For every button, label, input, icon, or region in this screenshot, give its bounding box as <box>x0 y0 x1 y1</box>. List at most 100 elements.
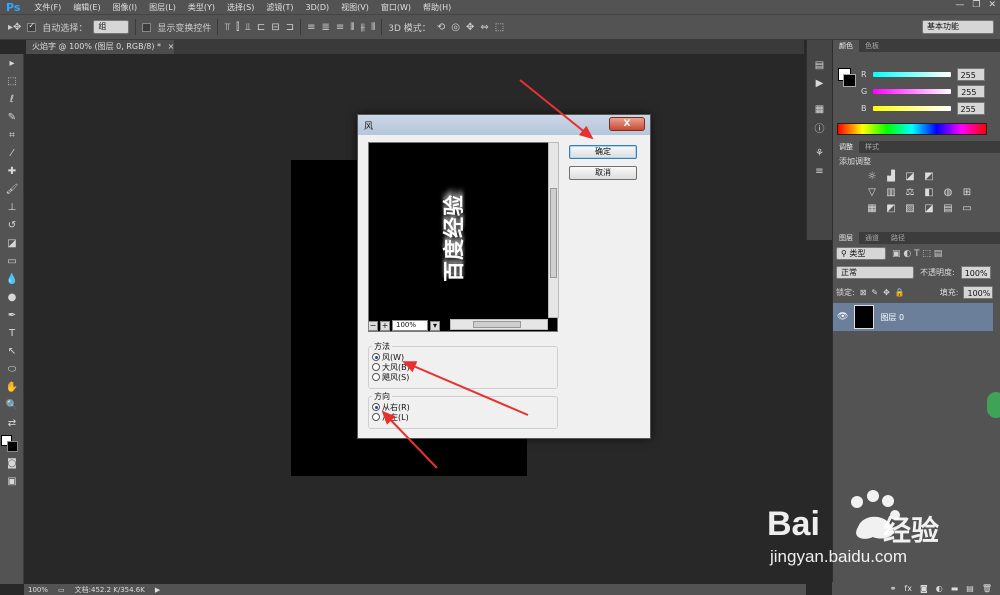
ok-button[interactable]: 确定 <box>569 145 637 159</box>
close-icon[interactable]: ✕ <box>988 0 996 10</box>
stamp-tool-icon[interactable]: ⊥ <box>0 198 24 216</box>
show-transform-checkbox[interactable] <box>142 22 152 32</box>
tab-layers[interactable]: 图层 <box>833 232 859 244</box>
method-stagger-radio[interactable]: 飓风(S) <box>372 372 554 382</box>
direction-right-radio[interactable]: 从右(R) <box>372 402 554 412</box>
3d-roll-icon[interactable]: ◎ <box>451 22 460 33</box>
tab-styles[interactable]: 样式 <box>859 141 885 153</box>
brush-presets-icon[interactable]: ≡ <box>807 162 832 180</box>
menu-file[interactable]: 文件(F) <box>28 2 67 13</box>
restore-icon[interactable]: ❐ <box>972 0 980 10</box>
history-panel-icon[interactable]: ▤ <box>807 56 832 74</box>
color-lookup-icon[interactable]: ▦ <box>865 203 879 215</box>
align-top-icon[interactable]: ⫪ <box>224 22 230 33</box>
filter-preview[interactable]: 百度经验 <box>368 142 558 332</box>
gradient-tool-icon[interactable]: ▭ <box>0 252 24 270</box>
distribute-hcenter-icon[interactable]: ⫵ <box>360 22 365 33</box>
menu-window[interactable]: 窗口(W) <box>375 2 417 13</box>
radio-dot[interactable] <box>372 373 380 381</box>
method-wind-radio[interactable]: 风(W) <box>372 352 554 362</box>
align-right-icon[interactable]: ⊐ <box>286 22 294 33</box>
menu-3d[interactable]: 3D(D) <box>299 3 335 12</box>
menu-filter[interactable]: 滤镜(T) <box>260 2 299 13</box>
color-spectrum[interactable] <box>837 123 987 135</box>
link-layers-icon[interactable]: ⚭ <box>890 584 897 593</box>
document-tab[interactable]: 火焰字 @ 100% (图层 0, RGB/8) * × <box>26 40 174 54</box>
slider-b[interactable] <box>872 106 951 111</box>
preview-horizontal-scrollbar[interactable] <box>450 319 548 330</box>
zoom-tool-icon[interactable]: 🔍 <box>0 396 24 414</box>
menu-image[interactable]: 图像(I) <box>107 2 144 13</box>
path-select-tool-icon[interactable]: ↖ <box>0 342 24 360</box>
workspace-dropdown[interactable]: 基本功能 <box>922 20 994 34</box>
tab-color[interactable]: 颜色 <box>833 40 859 52</box>
type-tool-icon[interactable]: T <box>0 324 24 342</box>
new-layer-icon[interactable]: ▤ <box>966 584 974 593</box>
align-left-icon[interactable]: ⊏ <box>257 22 265 33</box>
lock-paint-icon[interactable]: ✎ <box>871 288 878 297</box>
direction-left-radio[interactable]: 从左(L) <box>372 412 554 422</box>
menu-type[interactable]: 类型(Y) <box>182 2 221 13</box>
tab-swatches[interactable]: 色板 <box>859 40 885 52</box>
eyedropper-tool-icon[interactable]: ⁄ <box>0 144 24 162</box>
menu-view[interactable]: 视图(V) <box>335 2 375 13</box>
quick-select-tool-icon[interactable]: ✎ <box>0 108 24 126</box>
distribute-bottom-icon[interactable]: ≡ <box>336 22 344 33</box>
menu-layer[interactable]: 图层(L) <box>143 2 182 13</box>
align-hcenter-icon[interactable]: ⊟ <box>271 22 279 33</box>
tab-paths[interactable]: 路径 <box>885 232 911 244</box>
lock-position-icon[interactable]: ✥ <box>883 288 890 297</box>
exposure-icon[interactable]: ◩ <box>922 171 936 183</box>
visibility-eye-icon[interactable]: 👁 <box>837 312 848 322</box>
tab-adjustments[interactable]: 调整 <box>833 141 859 153</box>
eraser-tool-icon[interactable]: ◪ <box>0 234 24 252</box>
auto-select-dropdown[interactable]: 组 <box>93 20 130 34</box>
zoom-dropdown-icon[interactable]: ▾ <box>430 320 440 331</box>
3d-pan-icon[interactable]: ✥ <box>466 22 474 33</box>
shape-tool-icon[interactable]: ⬭ <box>0 360 24 378</box>
hue-saturation-icon[interactable]: ▥ <box>884 187 898 199</box>
align-vcenter-icon[interactable]: ⫿ <box>236 22 239 33</box>
method-blast-radio[interactable]: 大风(B) <box>372 362 554 372</box>
align-bottom-icon[interactable]: ⫫ <box>245 22 251 33</box>
actions-panel-icon[interactable]: ▶ <box>807 74 832 92</box>
value-g[interactable]: 255 <box>957 85 986 98</box>
zoom-out-button[interactable]: − <box>368 320 378 331</box>
menu-edit[interactable]: 编辑(E) <box>67 2 106 13</box>
distribute-top-icon[interactable]: ≡ <box>307 22 315 33</box>
properties-panel-icon[interactable]: ▦ <box>807 100 832 118</box>
invert-icon[interactable]: ◩ <box>884 203 898 215</box>
add-mask-icon[interactable]: ◙ <box>920 584 928 593</box>
delete-layer-icon[interactable]: 🗑 <box>982 584 992 593</box>
color-swatches-icon[interactable] <box>0 432 24 454</box>
move-tool-icon[interactable]: ▸✥ <box>8 22 21 33</box>
opacity-value[interactable]: 100% <box>960 266 991 279</box>
black-white-icon[interactable]: ◧ <box>922 187 936 199</box>
distribute-vcenter-icon[interactable]: ≣ <box>321 22 329 33</box>
menu-select[interactable]: 选择(S) <box>221 2 260 13</box>
brush-tool-icon[interactable]: 🖌 <box>0 180 24 198</box>
radio-dot[interactable] <box>372 413 380 421</box>
fx-icon[interactable]: fx <box>904 584 912 593</box>
value-r[interactable]: 255 <box>956 68 985 81</box>
brightness-icon[interactable]: ☼ <box>865 171 879 183</box>
auto-select-checkbox[interactable] <box>27 22 37 32</box>
layer-row[interactable]: 👁 图层 0 <box>833 303 993 331</box>
zoom-value[interactable]: 100% <box>392 320 428 331</box>
close-tab-icon[interactable]: × <box>168 42 175 51</box>
swap-colors-icon[interactable]: ⇄ <box>0 414 24 432</box>
dodge-tool-icon[interactable]: ● <box>0 288 24 306</box>
slider-g[interactable] <box>873 89 952 94</box>
value-b[interactable]: 255 <box>956 102 985 115</box>
minimize-icon[interactable]: — <box>955 0 964 10</box>
distribute-right-icon[interactable]: ⫴ <box>371 22 375 33</box>
screen-mode-icon[interactable]: ▣ <box>0 472 24 490</box>
fill-value[interactable]: 100% <box>963 286 994 299</box>
radio-dot[interactable] <box>372 363 380 371</box>
color-balance-icon[interactable]: ⚖ <box>903 187 917 199</box>
preview-vertical-scrollbar[interactable] <box>548 142 559 318</box>
3d-scale-icon[interactable]: ⬚ <box>495 22 504 33</box>
3d-rotate-icon[interactable]: ⟲ <box>437 22 445 33</box>
status-menu-arrow-icon[interactable]: ▶ <box>155 586 160 594</box>
channel-mixer-icon[interactable]: ⊞ <box>960 187 974 199</box>
